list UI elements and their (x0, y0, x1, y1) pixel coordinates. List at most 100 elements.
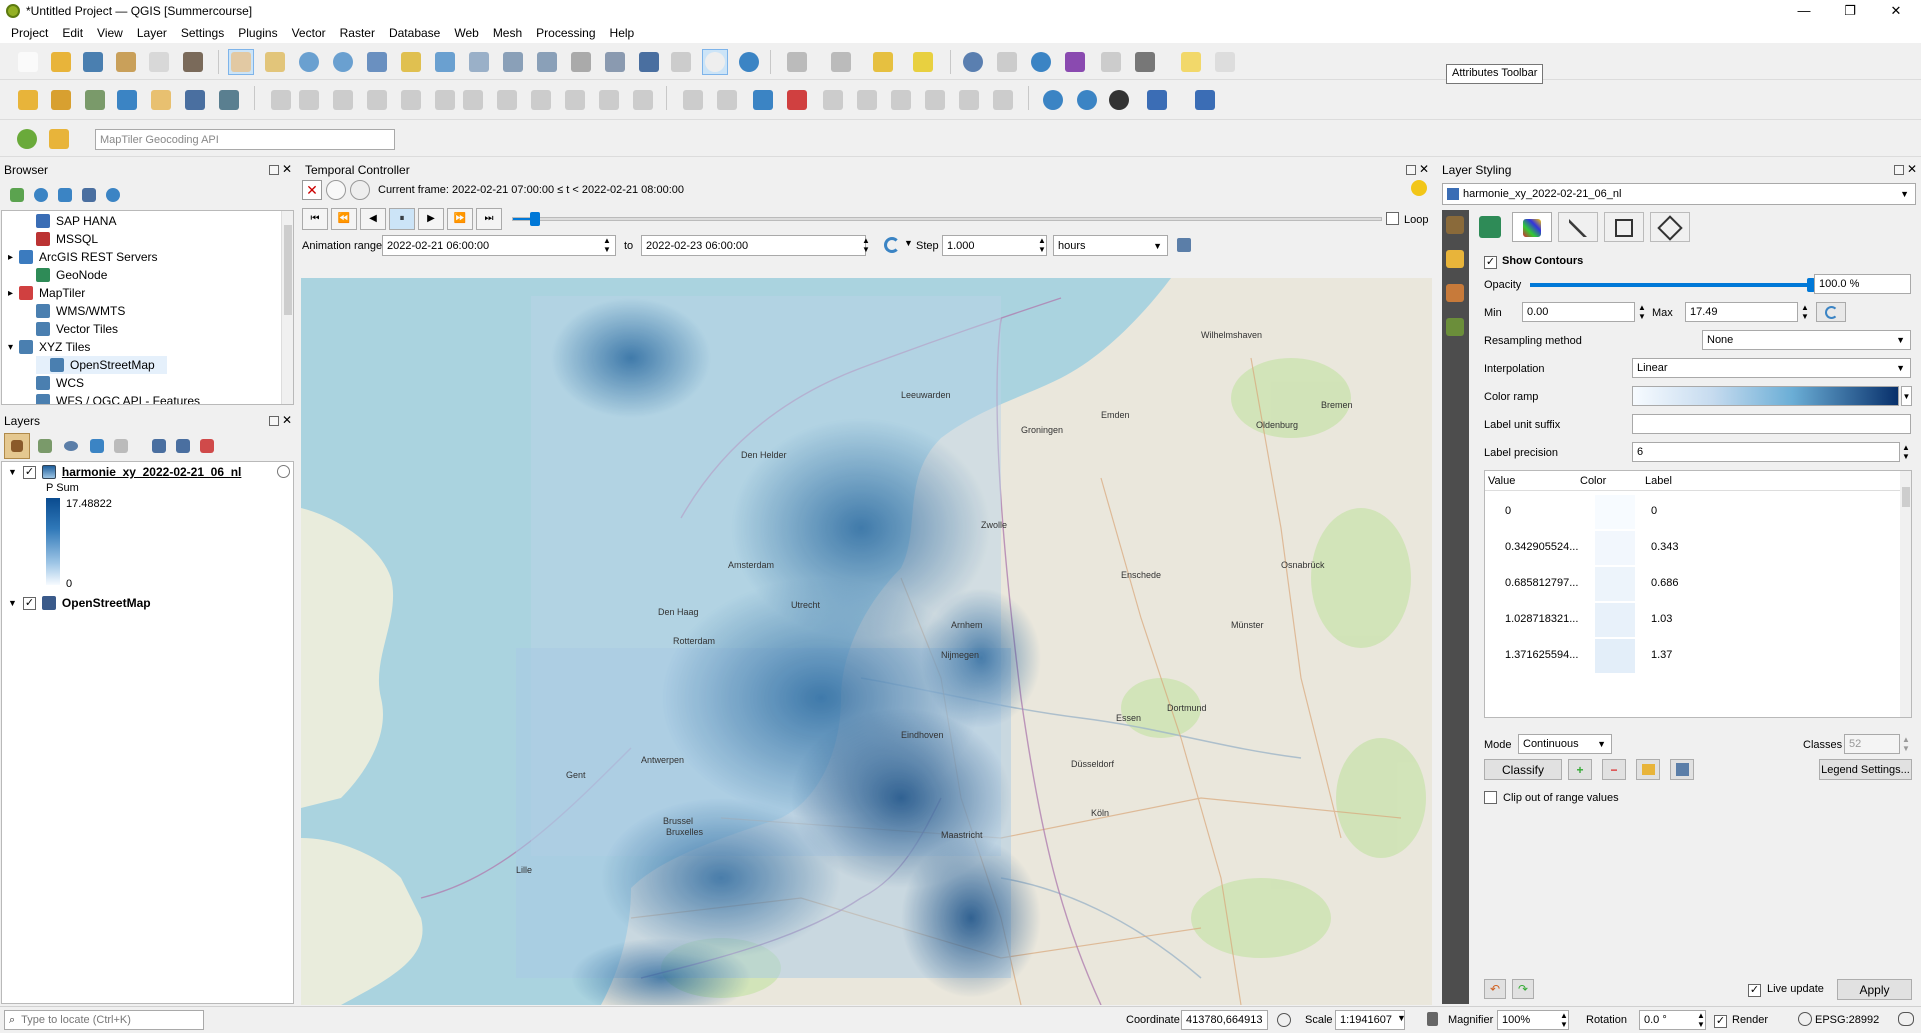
redo-icon[interactable] (630, 87, 656, 113)
locator-search-input[interactable]: ⌕ Type to locate (Ctrl+K) (4, 1010, 204, 1030)
maximize-icon[interactable]: ❐ (1827, 0, 1873, 22)
row-color-swatch[interactable] (1595, 531, 1635, 565)
browser-item[interactable]: ▾ XYZ Tiles (8, 338, 90, 356)
messages-icon[interactable] (1898, 1012, 1914, 1026)
paste-features-icon[interactable] (562, 87, 588, 113)
layer-visibility-checkbox[interactable]: ✓ (22, 596, 36, 610)
float-icon[interactable] (1406, 165, 1416, 175)
layer-row-harmonie[interactable]: ▼ ✓ harmonie_xy_2022-02-21_06_nl (8, 463, 241, 481)
menu-plugins[interactable]: Plugins (231, 26, 284, 40)
opacity-slider[interactable] (1530, 278, 1815, 292)
min-input[interactable]: 0.00 (1522, 302, 1635, 322)
rotation-spinner[interactable]: ▲ ▼ (1697, 1011, 1705, 1029)
tab-contours[interactable] (1512, 212, 1552, 242)
coordinate-input[interactable]: 413780,664913 (1181, 1010, 1268, 1030)
menu-help[interactable]: Help (603, 26, 642, 40)
reset-range-icon[interactable] (884, 237, 900, 253)
refresh-minmax-icon[interactable] (1816, 302, 1846, 322)
range-end-input[interactable]: 2022-02-23 06:00:00 (641, 235, 866, 256)
settings-sun-icon[interactable] (1411, 180, 1427, 196)
minimize-icon[interactable]: — (1781, 0, 1827, 22)
browser-item[interactable]: WCS (22, 374, 84, 392)
row-color-swatch[interactable] (1595, 603, 1635, 637)
row-label[interactable]: 0.343 (1651, 541, 1679, 553)
save-colormap-icon[interactable] (1670, 759, 1694, 780)
crs-globe-icon[interactable] (1798, 1012, 1812, 1026)
digitize-icon[interactable] (364, 87, 390, 113)
load-colormap-icon[interactable] (1636, 759, 1660, 780)
row-value[interactable]: 1.028718321... (1505, 613, 1578, 625)
table-row[interactable]: 0.685812797... 0.686 (1485, 567, 1900, 601)
tab-vectors[interactable] (1558, 212, 1598, 242)
loop-checkbox[interactable] (1386, 212, 1399, 228)
range-end-spinner[interactable]: ▲ ▼ (862, 236, 870, 254)
menu-edit[interactable]: Edit (55, 26, 90, 40)
classify-button[interactable]: Classify (1484, 759, 1562, 780)
label-icon[interactable] (680, 87, 706, 113)
wfs-icon[interactable] (1074, 87, 1100, 113)
table-row[interactable]: 1.371625594... 1.37 (1485, 639, 1900, 673)
history-icon[interactable] (1446, 284, 1464, 302)
remote-icon[interactable] (1106, 87, 1132, 113)
zoom-next-icon[interactable] (534, 49, 560, 75)
render-checkbox[interactable]: ✓ (1714, 1013, 1727, 1028)
menu-settings[interactable]: Settings (174, 26, 231, 40)
visibility-icon[interactable] (58, 433, 84, 459)
browser-item[interactable]: SAP HANA (22, 212, 116, 230)
menu-view[interactable]: View (90, 26, 130, 40)
redo-icon[interactable]: ↷ (1512, 979, 1534, 999)
close-panel-icon[interactable]: ✕ (282, 163, 292, 175)
identify-features-icon[interactable] (784, 49, 810, 75)
lock-icon[interactable] (1427, 1012, 1438, 1026)
python-icon[interactable] (1144, 87, 1170, 113)
crs-label[interactable]: EPSG:28992 (1815, 1014, 1879, 1026)
new-virtual-layer-icon[interactable] (182, 87, 208, 113)
min-spinner[interactable]: ▲ ▼ (1638, 303, 1646, 321)
pan-to-selection-icon[interactable] (262, 49, 288, 75)
zoom-layer-icon[interactable] (432, 49, 458, 75)
pause-icon[interactable]: ⏸ (389, 208, 415, 230)
mode-select[interactable]: Continuous ▼ (1518, 734, 1612, 754)
rotate-label-icon[interactable] (922, 87, 948, 113)
color-ramp-button[interactable] (1632, 386, 1899, 406)
browser-item[interactable]: GeoNode (22, 266, 107, 284)
scale-input[interactable]: 1:1941607 (1335, 1010, 1405, 1030)
info-icon[interactable] (100, 182, 126, 208)
row-value[interactable]: 0.342905524... (1505, 541, 1578, 553)
show-hide-labels-icon[interactable] (854, 87, 880, 113)
field-calculator-icon[interactable] (1098, 49, 1124, 75)
animated-icon[interactable] (350, 180, 370, 200)
menu-raster[interactable]: Raster (333, 26, 382, 40)
max-input[interactable]: 17.49 (1685, 302, 1798, 322)
menu-layer[interactable]: Layer (130, 26, 174, 40)
magnifier-input[interactable]: 100% (1497, 1010, 1569, 1030)
tab-3d[interactable] (1650, 212, 1690, 242)
step-unit-select[interactable]: hours ▼ (1053, 235, 1168, 256)
diagram-icon[interactable] (714, 87, 740, 113)
new-geopackage-icon[interactable] (48, 87, 74, 113)
export-animation-icon[interactable] (1177, 238, 1191, 252)
tab-mesh[interactable] (1604, 212, 1644, 242)
layer-visibility-checkbox[interactable]: ✓ (22, 465, 36, 479)
vertex-tool-icon[interactable] (398, 87, 424, 113)
layer-row-osm[interactable]: ▼ ✓ OpenStreetMap (8, 594, 151, 612)
geocoder-input[interactable]: MapTiler Geocoding API (95, 129, 395, 150)
annotation-icon[interactable] (1212, 49, 1238, 75)
browser-item[interactable]: Vector Tiles (22, 320, 118, 338)
browser-scrollbar[interactable] (281, 211, 293, 404)
attribute-table-icon[interactable] (994, 49, 1020, 75)
float-icon[interactable] (269, 416, 279, 426)
clip-checkbox[interactable] (1484, 791, 1497, 807)
refresh-icon[interactable] (736, 49, 762, 75)
move-label-icon[interactable] (888, 87, 914, 113)
table-row[interactable]: 00 (1485, 495, 1900, 529)
label-toolbar-icon[interactable] (750, 87, 776, 113)
new-mesh-layer-icon[interactable] (216, 87, 242, 113)
live-update-checkbox[interactable]: ✓ (1748, 982, 1761, 997)
chevron-down-icon[interactable]: ▼ (8, 598, 17, 608)
new-spatialite-icon[interactable] (148, 87, 174, 113)
help-icon[interactable] (1192, 87, 1218, 113)
rotation-input[interactable]: 0.0 ° (1639, 1010, 1706, 1030)
style-manager-icon[interactable] (4, 433, 30, 459)
show-contours-checkbox[interactable]: ✓ (1484, 254, 1497, 269)
